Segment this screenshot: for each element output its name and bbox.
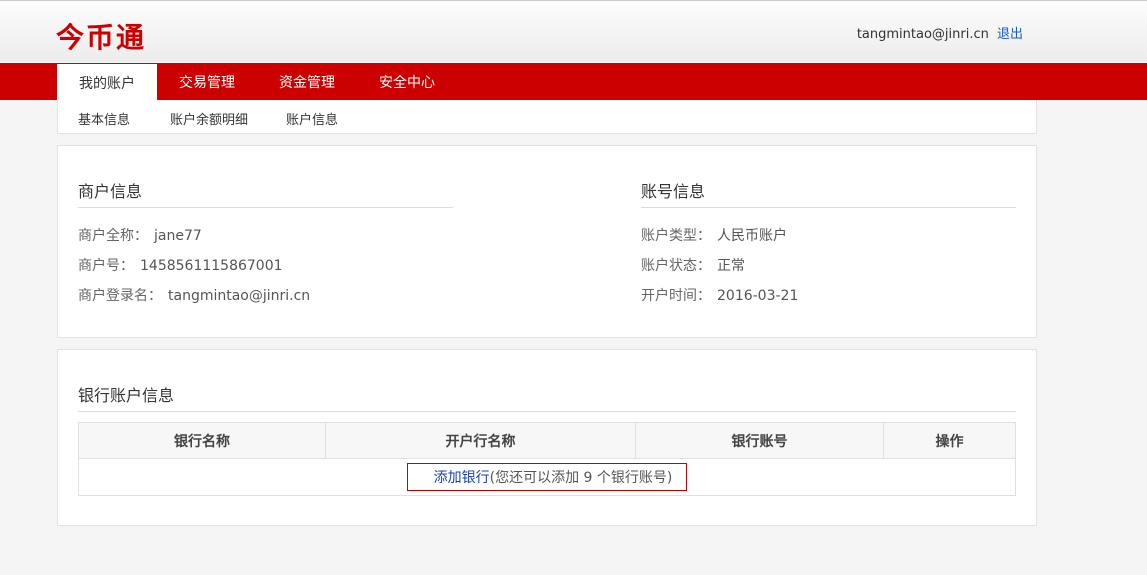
merchant-login-row: 商户登录名： tangmintao@jinri.cn (78, 285, 310, 305)
add-bank-cell: 添加银行(您还可以添加 9 个银行账号) (78, 458, 1016, 496)
col-account-number: 银行账号 (635, 422, 884, 459)
col-actions: 操作 (883, 422, 1016, 459)
logo[interactable]: 今币通 (56, 16, 146, 56)
info-panel: 商户信息 商户全称： jane77 商户号： 1458561115867001 商户… (57, 145, 1037, 338)
header: 今币通 tangmintao@jinri.cn 退出 (0, 0, 1147, 62)
bank-divider (78, 411, 1016, 412)
merchant-id-row: 商户号： 1458561115867001 (78, 255, 283, 275)
account-type: 人民币账户 (717, 228, 787, 244)
add-bank-box: 添加银行(您还可以添加 9 个银行账号) (406, 463, 688, 491)
account-opened-row: 开户时间： 2016-03-21 (641, 285, 798, 305)
label: 开户时间： (641, 288, 711, 304)
merchant-divider (78, 207, 453, 208)
col-bank-name: 银行名称 (78, 422, 326, 459)
label: 账户类型： (641, 228, 711, 244)
merchant-id: 1458561115867001 (140, 258, 283, 274)
table-row: 添加银行(您还可以添加 9 个银行账号) (78, 458, 1016, 496)
bank-table: 银行名称 开户行名称 银行账号 操作 添加银行(您还可以添加 9 个银行账号) (78, 422, 1016, 496)
nav-tab-my-account[interactable]: 我的账户 (57, 64, 157, 100)
merchant-full-name: jane77 (154, 228, 202, 244)
logout-link[interactable]: 退出 (997, 27, 1023, 42)
label: 商户全称： (78, 228, 148, 244)
subnav-account-info[interactable]: 账户信息 (286, 109, 338, 128)
label: 账户状态： (641, 258, 711, 274)
col-branch-name: 开户行名称 (325, 422, 636, 459)
sub-nav: 基本信息 账户余额明细 账户信息 (57, 100, 1037, 134)
subnav-basic-info[interactable]: 基本信息 (78, 109, 130, 128)
main-nav: 我的账户 交易管理 资金管理 安全中心 (0, 63, 1147, 100)
account-type-row: 账户类型： 人民币账户 (641, 225, 787, 245)
merchant-login: tangmintao@jinri.cn (168, 288, 311, 304)
table-header-row: 银行名称 开户行名称 银行账号 操作 (78, 422, 1016, 459)
merchant-full-name-row: 商户全称： jane77 (78, 225, 202, 245)
bank-panel: 银行账户信息 银行名称 开户行名称 银行账号 操作 添加银行(您还可以添加 9 … (57, 349, 1037, 526)
nav-tab-trade[interactable]: 交易管理 (157, 63, 257, 100)
merchant-info-title: 商户信息 (78, 182, 143, 201)
user-area: tangmintao@jinri.cn 退出 (857, 23, 1023, 42)
user-email: tangmintao@jinri.cn (856, 27, 989, 42)
label: 商户登录名： (78, 288, 162, 304)
nav-tab-funds[interactable]: 资金管理 (257, 63, 357, 100)
subnav-balance-detail[interactable]: 账户余额明细 (170, 109, 248, 128)
account-status: 正常 (717, 258, 745, 274)
add-bank-link[interactable]: 添加银行 (434, 470, 490, 486)
account-divider (641, 207, 1016, 208)
account-status-row: 账户状态： 正常 (641, 255, 745, 275)
bank-info-title: 银行账户信息 (78, 386, 175, 405)
nav-tab-security[interactable]: 安全中心 (357, 63, 457, 100)
label: 商户号： (78, 258, 134, 274)
add-bank-note: (您还可以添加 9 个银行账号) (489, 470, 673, 486)
account-opened-date: 2016-03-21 (717, 288, 799, 304)
account-info-title: 账号信息 (641, 182, 706, 201)
